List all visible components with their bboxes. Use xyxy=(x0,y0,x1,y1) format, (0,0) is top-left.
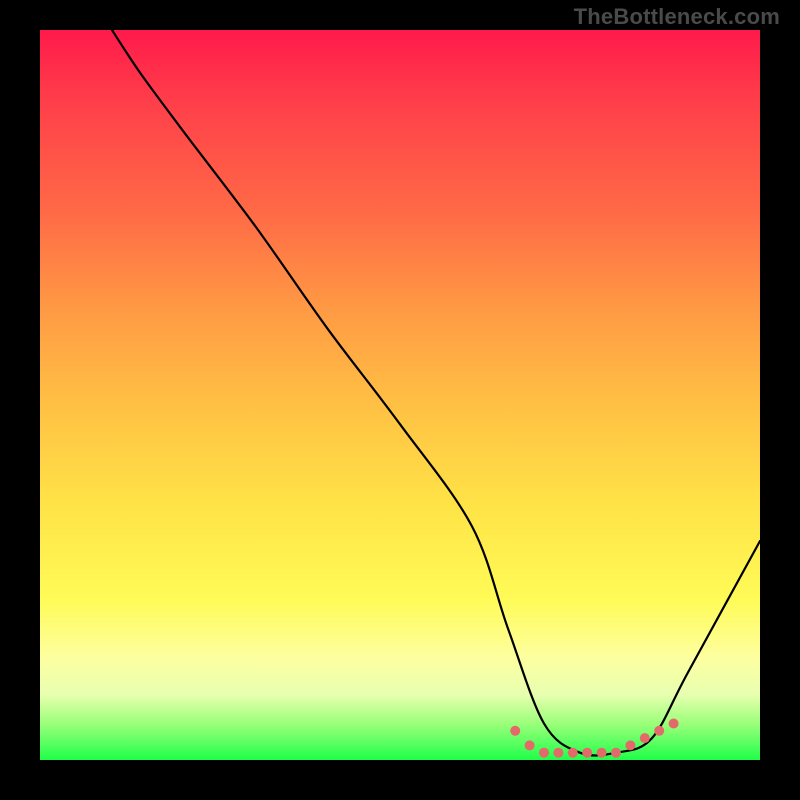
highlight-dot xyxy=(625,740,635,750)
highlight-dot xyxy=(510,726,520,736)
highlight-dot xyxy=(539,748,549,758)
highlight-dot xyxy=(640,733,650,743)
highlight-dot xyxy=(611,748,621,758)
highlight-dot xyxy=(654,726,664,736)
curve-svg xyxy=(40,30,760,760)
highlight-dot xyxy=(568,748,578,758)
bottleneck-curve xyxy=(112,30,760,756)
highlight-dot xyxy=(597,748,607,758)
watermark-text: TheBottleneck.com xyxy=(574,4,780,30)
highlight-dot xyxy=(553,748,563,758)
plot-area xyxy=(40,30,760,760)
highlight-dot xyxy=(669,719,679,729)
chart-frame: TheBottleneck.com xyxy=(0,0,800,800)
highlight-dot xyxy=(582,748,592,758)
highlight-dot xyxy=(525,740,535,750)
